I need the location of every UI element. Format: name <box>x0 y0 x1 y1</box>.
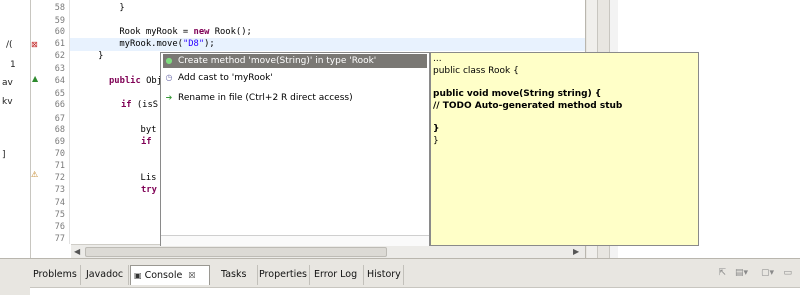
preview-line: public class Rook { <box>433 66 519 76</box>
tab-history[interactable]: History <box>364 265 404 285</box>
quick-fix-item-create-method[interactable]: ● Create method 'move(String)' in type 'R… <box>163 54 427 68</box>
keyword-text: if <box>141 137 152 147</box>
tab-label: Problems <box>33 269 77 280</box>
warning-marker-icon[interactable]: ⚠ <box>31 170 38 180</box>
line-number: 66 <box>54 100 65 110</box>
strip-text: 1 <box>10 60 16 70</box>
create-method-icon: ● <box>165 56 173 65</box>
code-line[interactable]: try <box>141 184 157 197</box>
console-content <box>30 287 800 295</box>
tab-javadoc[interactable]: Javadoc <box>83 265 129 285</box>
quick-fix-item-add-cast[interactable]: ◷ Add cast to 'myRook' <box>163 71 273 85</box>
code-line[interactable]: if (isS <box>121 99 158 112</box>
preview-ellipsis: ... <box>433 54 442 64</box>
tab-properties[interactable]: Properties <box>256 265 310 285</box>
quick-fix-label: Create method 'move(String)' in type 'Ro… <box>178 56 377 66</box>
line-number: 73 <box>54 185 65 195</box>
preview-line: // TODO Auto-generated method stub <box>433 101 623 111</box>
code-text: (isS <box>131 100 159 110</box>
quick-fix-item-rename[interactable]: ➔ Rename in file (Ctrl+2 R direct access) <box>163 91 353 105</box>
quick-fix-status-bar <box>161 235 429 246</box>
tab-label: Error Log <box>314 269 358 280</box>
line-number: 64 <box>54 76 65 86</box>
code-text: Rook(); <box>209 27 252 37</box>
strip-text: av <box>2 78 13 88</box>
line-number: 58 <box>54 3 65 13</box>
rename-icon: ➔ <box>165 93 173 102</box>
line-number: 62 <box>54 51 65 61</box>
tab-label: Tasks <box>221 269 247 280</box>
tab-tasks[interactable]: Tasks <box>218 265 258 285</box>
view-menu-icon[interactable]: ▭ <box>783 268 792 278</box>
code-line[interactable]: } <box>77 2 124 15</box>
keyword-text: new <box>193 27 210 37</box>
tab-console[interactable]: ▣ Console ☒ <box>130 265 210 285</box>
close-tab-icon[interactable]: ☒ <box>188 271 195 280</box>
horizontal-scrollbar[interactable]: ◀ ▶ <box>71 244 585 258</box>
keyword-text: try <box>141 185 157 195</box>
cast-icon: ◷ <box>165 73 173 82</box>
code-text: ); <box>204 39 215 49</box>
quick-fix-proposals[interactable]: ● Create method 'move(String)' in type 'R… <box>160 52 430 246</box>
package-explorer-strip: /( 1 av kv ] <box>0 0 31 258</box>
error-marker-icon[interactable]: ⊠ <box>31 40 38 50</box>
tab-label: Console <box>144 270 183 281</box>
string-literal: "D8" <box>182 39 205 49</box>
tab-label: Javadoc <box>86 269 124 280</box>
code-line[interactable]: } <box>77 50 103 63</box>
tab-label: Properties <box>259 269 308 280</box>
code-line[interactable]: public Obje <box>109 75 167 88</box>
code-line[interactable]: if <box>141 136 152 149</box>
quick-fix-label: Rename in file (Ctrl+2 R direct access) <box>178 93 353 103</box>
strip-text: /( <box>6 40 13 50</box>
open-console-icon[interactable]: ▢▾ <box>761 268 774 278</box>
preview-line: } <box>433 136 439 146</box>
pin-console-icon[interactable]: ⇱ <box>718 268 726 278</box>
strip-text: ] <box>2 150 6 160</box>
display-console-icon[interactable]: ▤▾ <box>735 268 748 278</box>
scroll-left-icon[interactable]: ◀ <box>74 247 80 256</box>
quick-fix-label: Add cast to 'myRook' <box>178 73 273 83</box>
line-number: 77 <box>54 234 65 244</box>
tab-problems[interactable]: Problems <box>30 265 81 285</box>
override-marker-icon[interactable]: ▲ <box>32 74 38 84</box>
scrollbar-thumb[interactable] <box>85 247 387 257</box>
keyword-text: public <box>109 76 141 86</box>
preview-line: public void move(String string) { <box>433 89 602 99</box>
console-icon: ▣ <box>134 271 142 280</box>
strip-text: kv <box>2 97 13 107</box>
bottom-view-stack: Problems Javadoc ▣ Console ☒ Tasks Prope… <box>0 258 800 295</box>
scroll-right-icon[interactable]: ▶ <box>573 247 579 256</box>
tab-error-log[interactable]: Error Log <box>311 265 364 285</box>
tab-label: History <box>367 269 401 280</box>
quick-fix-preview: ... public class Rook { public void move… <box>430 52 699 246</box>
keyword-text: if <box>121 100 132 110</box>
code-text: myRook.move( <box>77 39 183 49</box>
preview-line: } <box>433 124 440 134</box>
code-text: Rook myRook = <box>77 27 194 37</box>
